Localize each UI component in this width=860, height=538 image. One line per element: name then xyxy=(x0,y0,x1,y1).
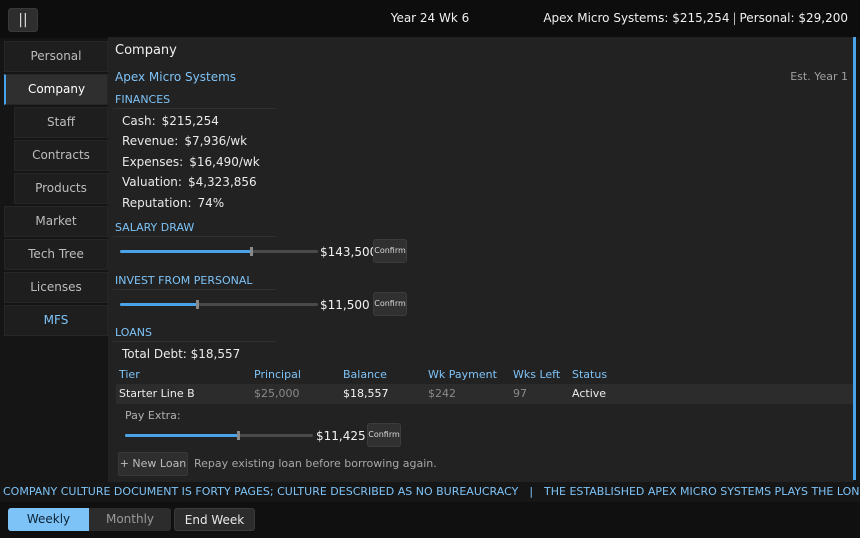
salary-draw-confirm-button[interactable]: Confirm xyxy=(373,239,407,263)
sidebar-item-label: Products xyxy=(35,181,87,195)
sidebar-item-products[interactable]: Products xyxy=(14,173,108,204)
loan-tier: Starter Line B xyxy=(119,387,195,400)
column-header-tier: Tier xyxy=(119,368,140,381)
column-header-wks-left: Wks Left xyxy=(513,368,561,381)
year-label: Year 24 xyxy=(390,11,436,25)
salary-draw-slider[interactable] xyxy=(120,247,318,256)
stat-expenses: Expenses: $16,490/wk xyxy=(122,155,260,169)
stat-label: Revenue: xyxy=(122,134,179,148)
pay-extra-amount: $11,425 xyxy=(316,429,366,443)
pay-extra-slider[interactable] xyxy=(125,431,313,440)
loan-balance: $18,557 xyxy=(343,387,389,400)
pay-extra-label: Pay Extra: xyxy=(125,409,181,422)
stat-label: Reputation: xyxy=(122,196,192,210)
personal-balance: Personal: $29,200 xyxy=(739,11,849,25)
table-row xyxy=(116,384,854,404)
pay-extra-confirm-button[interactable]: Confirm xyxy=(367,423,401,447)
week-label: Wk 6 xyxy=(439,11,470,25)
slider-handle[interactable] xyxy=(249,247,253,256)
bottom-bar: Weekly Monthly End Week xyxy=(0,502,860,538)
sidebar-item-label: MFS xyxy=(43,313,69,327)
stat-value: $16,490/wk xyxy=(189,155,260,169)
sidebar-item-tech-tree[interactable]: Tech Tree xyxy=(4,239,108,270)
ticker-separator: | xyxy=(529,485,534,498)
sidebar: Personal Company Staff Contracts Product… xyxy=(0,38,108,502)
loan-wks-left: 97 xyxy=(513,387,527,400)
stat-value: $4,323,856 xyxy=(187,175,257,189)
invest-heading: INVEST FROM PERSONAL xyxy=(115,274,253,287)
balances: Apex Micro Systems: $215,254 | Personal: $… xyxy=(543,11,848,25)
stat-value: 74% xyxy=(197,196,225,210)
sidebar-item-licenses[interactable]: Licenses xyxy=(4,272,108,303)
news-ticker: COMPANY CULTURE DOCUMENT IS FORTY PAGES;… xyxy=(0,482,860,502)
loan-hint: Repay existing loan before borrowing aga… xyxy=(194,457,437,470)
sidebar-item-label: Market xyxy=(35,214,77,228)
invest-slider[interactable] xyxy=(120,300,318,309)
slider-handle[interactable] xyxy=(196,300,200,309)
sidebar-item-personal[interactable]: Personal xyxy=(4,41,108,72)
company-balance: Apex Micro Systems: $215,254 xyxy=(543,11,730,25)
sidebar-item-label: Licenses xyxy=(30,280,82,294)
sidebar-item-contracts[interactable]: Contracts xyxy=(14,140,108,171)
invest-amount: $11,500 xyxy=(320,298,370,312)
ticker-item: COMPANY CULTURE DOCUMENT IS FORTY PAGES;… xyxy=(3,485,519,498)
stat-label: Valuation: xyxy=(122,175,182,189)
slider-fill xyxy=(120,303,198,306)
ticker-item: THE ESTABLISHED APEX MICRO SYSTEMS PLAYS… xyxy=(544,485,860,498)
ticker-text: COMPANY CULTURE DOCUMENT IS FORTY PAGES;… xyxy=(3,485,860,498)
balance-separator: | xyxy=(732,11,737,25)
sidebar-item-mfs[interactable]: MFS xyxy=(4,305,108,336)
column-header-status: Status xyxy=(572,368,608,381)
stat-label: Expenses: xyxy=(122,155,184,169)
sidebar-item-company[interactable]: Company xyxy=(4,74,108,105)
company-name: Apex Micro Systems xyxy=(115,70,237,84)
column-header-wk-payment: Wk Payment xyxy=(428,368,497,381)
loan-principal: $25,000 xyxy=(254,387,300,400)
company-panel: Company Apex Micro Systems Est. Year 1 F… xyxy=(108,37,854,482)
section-divider xyxy=(113,236,276,237)
section-divider xyxy=(113,289,276,290)
end-week-button[interactable]: End Week xyxy=(174,508,255,531)
loan-wk-payment: $242 xyxy=(428,387,456,400)
stat-cash: Cash: $215,254 xyxy=(122,114,219,128)
sidebar-item-label: Staff xyxy=(47,115,75,129)
sidebar-item-label: Personal xyxy=(30,49,82,63)
sidebar-item-staff[interactable]: Staff xyxy=(14,107,108,138)
sidebar-item-label: Contracts xyxy=(32,148,90,162)
salary-draw-heading: SALARY DRAW xyxy=(115,221,195,234)
stat-value: $7,936/wk xyxy=(184,134,248,148)
column-header-principal: Principal xyxy=(254,368,301,381)
section-divider xyxy=(113,341,276,342)
salary-draw-amount: $143,500 xyxy=(320,245,378,259)
slider-fill xyxy=(120,250,251,253)
finances-heading: FINANCES xyxy=(115,93,171,106)
sidebar-item-label: Company xyxy=(27,82,86,96)
stat-reputation: Reputation: 74% xyxy=(122,196,224,210)
page-title: Company xyxy=(115,43,177,58)
monthly-toggle[interactable]: Monthly xyxy=(89,508,171,531)
content-scrollbar[interactable] xyxy=(853,37,856,480)
established-year: Est. Year 1 xyxy=(790,70,848,83)
stat-valuation: Valuation: $4,323,856 xyxy=(122,175,257,189)
stat-value: $215,254 xyxy=(161,114,219,128)
top-bar: || Year 24 Wk 6 Apex Micro Systems: $215… xyxy=(0,0,860,38)
invest-confirm-button[interactable]: Confirm xyxy=(373,292,407,316)
new-loan-button[interactable]: + New Loan xyxy=(118,452,188,476)
slider-fill xyxy=(125,434,238,437)
stat-revenue: Revenue: $7,936/wk xyxy=(122,134,247,148)
section-divider xyxy=(113,108,276,109)
total-debt: Total Debt: $18,557 xyxy=(122,347,241,361)
weekly-toggle[interactable]: Weekly xyxy=(8,508,89,531)
slider-handle[interactable] xyxy=(236,431,240,440)
sidebar-item-label: Tech Tree xyxy=(28,247,84,261)
stat-label: Cash: xyxy=(122,114,156,128)
loans-heading: LOANS xyxy=(115,326,152,339)
loan-status: Active xyxy=(572,387,607,400)
column-header-balance: Balance xyxy=(343,368,387,381)
sidebar-item-market[interactable]: Market xyxy=(4,206,108,237)
